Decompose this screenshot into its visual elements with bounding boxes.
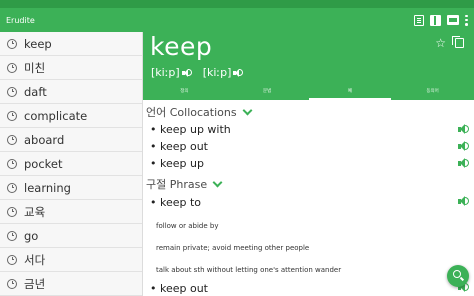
history-icon xyxy=(7,206,17,217)
app-bar-actions xyxy=(414,14,468,26)
phrase-definition: follow or abide by xyxy=(156,222,219,230)
history-list: keep 미친 daft complicate aboard pocket le… xyxy=(0,32,143,296)
speaker-icon[interactable] xyxy=(457,140,469,152)
speaker-icon[interactable] xyxy=(457,157,469,169)
history-item-label: 교육 xyxy=(24,204,46,219)
history-icon xyxy=(7,158,17,169)
phrase-definition: talk about sth without letting one's att… xyxy=(156,266,342,274)
phrase-item: • keep to xyxy=(150,196,202,209)
history-item-label: 미친 xyxy=(24,60,46,75)
history-item[interactable]: aboard xyxy=(0,128,142,152)
book-outline-icon[interactable] xyxy=(414,14,424,26)
history-item[interactable]: 금년 xyxy=(0,272,142,296)
star-icon[interactable]: ☆ xyxy=(435,36,446,50)
search-icon-handle xyxy=(459,276,465,281)
history-item-label: 금년 xyxy=(24,276,46,291)
tab-examples[interactable]: 예 xyxy=(308,86,392,100)
history-item-label: daft xyxy=(24,84,47,99)
history-item[interactable]: 서다 xyxy=(0,248,142,272)
history-item-label: keep xyxy=(24,36,52,51)
history-icon xyxy=(7,38,17,49)
pronunciation-text: [kiːp] xyxy=(202,66,232,79)
tab-definition[interactable]: 정의 xyxy=(143,86,226,100)
history-icon xyxy=(7,134,17,145)
history-icon xyxy=(7,182,17,193)
search-fab[interactable] xyxy=(447,265,469,287)
entry-content: 언어 Collocations • keep up with • keep ou… xyxy=(143,100,474,296)
history-icon xyxy=(7,230,17,241)
chevron-down-icon xyxy=(212,177,223,187)
collocation-item: • keep up xyxy=(150,157,204,170)
more-vert-icon[interactable] xyxy=(465,14,468,26)
history-item-label: go xyxy=(24,228,39,243)
history-item-label: aboard xyxy=(24,132,65,147)
history-item[interactable]: learning xyxy=(0,176,142,200)
pronunciation-text: [kiːp] xyxy=(151,66,180,79)
history-icon xyxy=(7,86,17,97)
history-item[interactable]: go xyxy=(0,224,142,248)
chevron-down-icon xyxy=(242,105,253,115)
history-item-label: 서다 xyxy=(24,252,46,267)
history-item-label: complicate xyxy=(24,108,88,123)
history-item[interactable]: 미친 xyxy=(0,56,142,80)
history-icon xyxy=(7,278,17,289)
history-icon xyxy=(7,254,17,265)
collocation-item: • keep up with xyxy=(150,123,231,136)
history-item[interactable]: 교육 xyxy=(0,200,142,224)
app-bar: Erudite xyxy=(0,8,474,32)
collocations-heading[interactable]: 언어 Collocations xyxy=(146,104,253,120)
phrase-item: • keep out xyxy=(150,282,208,295)
entry-header: keep [kiːp] [kiːp] ☆ 정의 문법 예 동의어 xyxy=(143,32,474,100)
history-item-label: pocket xyxy=(24,156,63,171)
pronunciations: [kiːp] [kiːp] xyxy=(151,66,244,79)
speaker-icon[interactable] xyxy=(457,123,469,135)
speaker-icon[interactable] xyxy=(181,68,192,77)
history-item[interactable]: pocket xyxy=(0,152,142,176)
collocation-item: • keep out xyxy=(150,140,208,153)
tab-synonyms[interactable]: 동의어 xyxy=(391,86,474,100)
speaker-icon[interactable] xyxy=(233,68,244,77)
status-bar xyxy=(0,0,474,8)
entry-tabs: 정의 문법 예 동의어 xyxy=(143,86,474,100)
pronunciation-2[interactable]: [kiːp] xyxy=(202,66,244,79)
pronunciation-1[interactable]: [kiːp] xyxy=(151,66,192,79)
app-title: Erudite xyxy=(6,15,35,25)
tab-grammar[interactable]: 문법 xyxy=(226,86,309,100)
collocations-heading-label: 언어 Collocations xyxy=(146,106,237,119)
book-card-icon[interactable] xyxy=(447,15,459,25)
phrase-heading[interactable]: 구절 Phrase xyxy=(146,176,223,192)
history-item-label: learning xyxy=(24,180,71,195)
history-icon xyxy=(7,110,17,121)
history-item[interactable]: complicate xyxy=(0,104,142,128)
copy-icon[interactable] xyxy=(452,36,464,48)
speaker-icon[interactable] xyxy=(457,195,469,207)
phrase-definition: remain private; avoid meeting other peop… xyxy=(156,244,310,252)
book-filled-icon[interactable] xyxy=(430,14,441,26)
phrase-heading-label: 구절 Phrase xyxy=(146,178,208,191)
headword: keep xyxy=(150,32,213,61)
history-icon xyxy=(7,62,17,73)
history-item[interactable]: daft xyxy=(0,80,142,104)
history-item[interactable]: keep xyxy=(0,32,142,56)
